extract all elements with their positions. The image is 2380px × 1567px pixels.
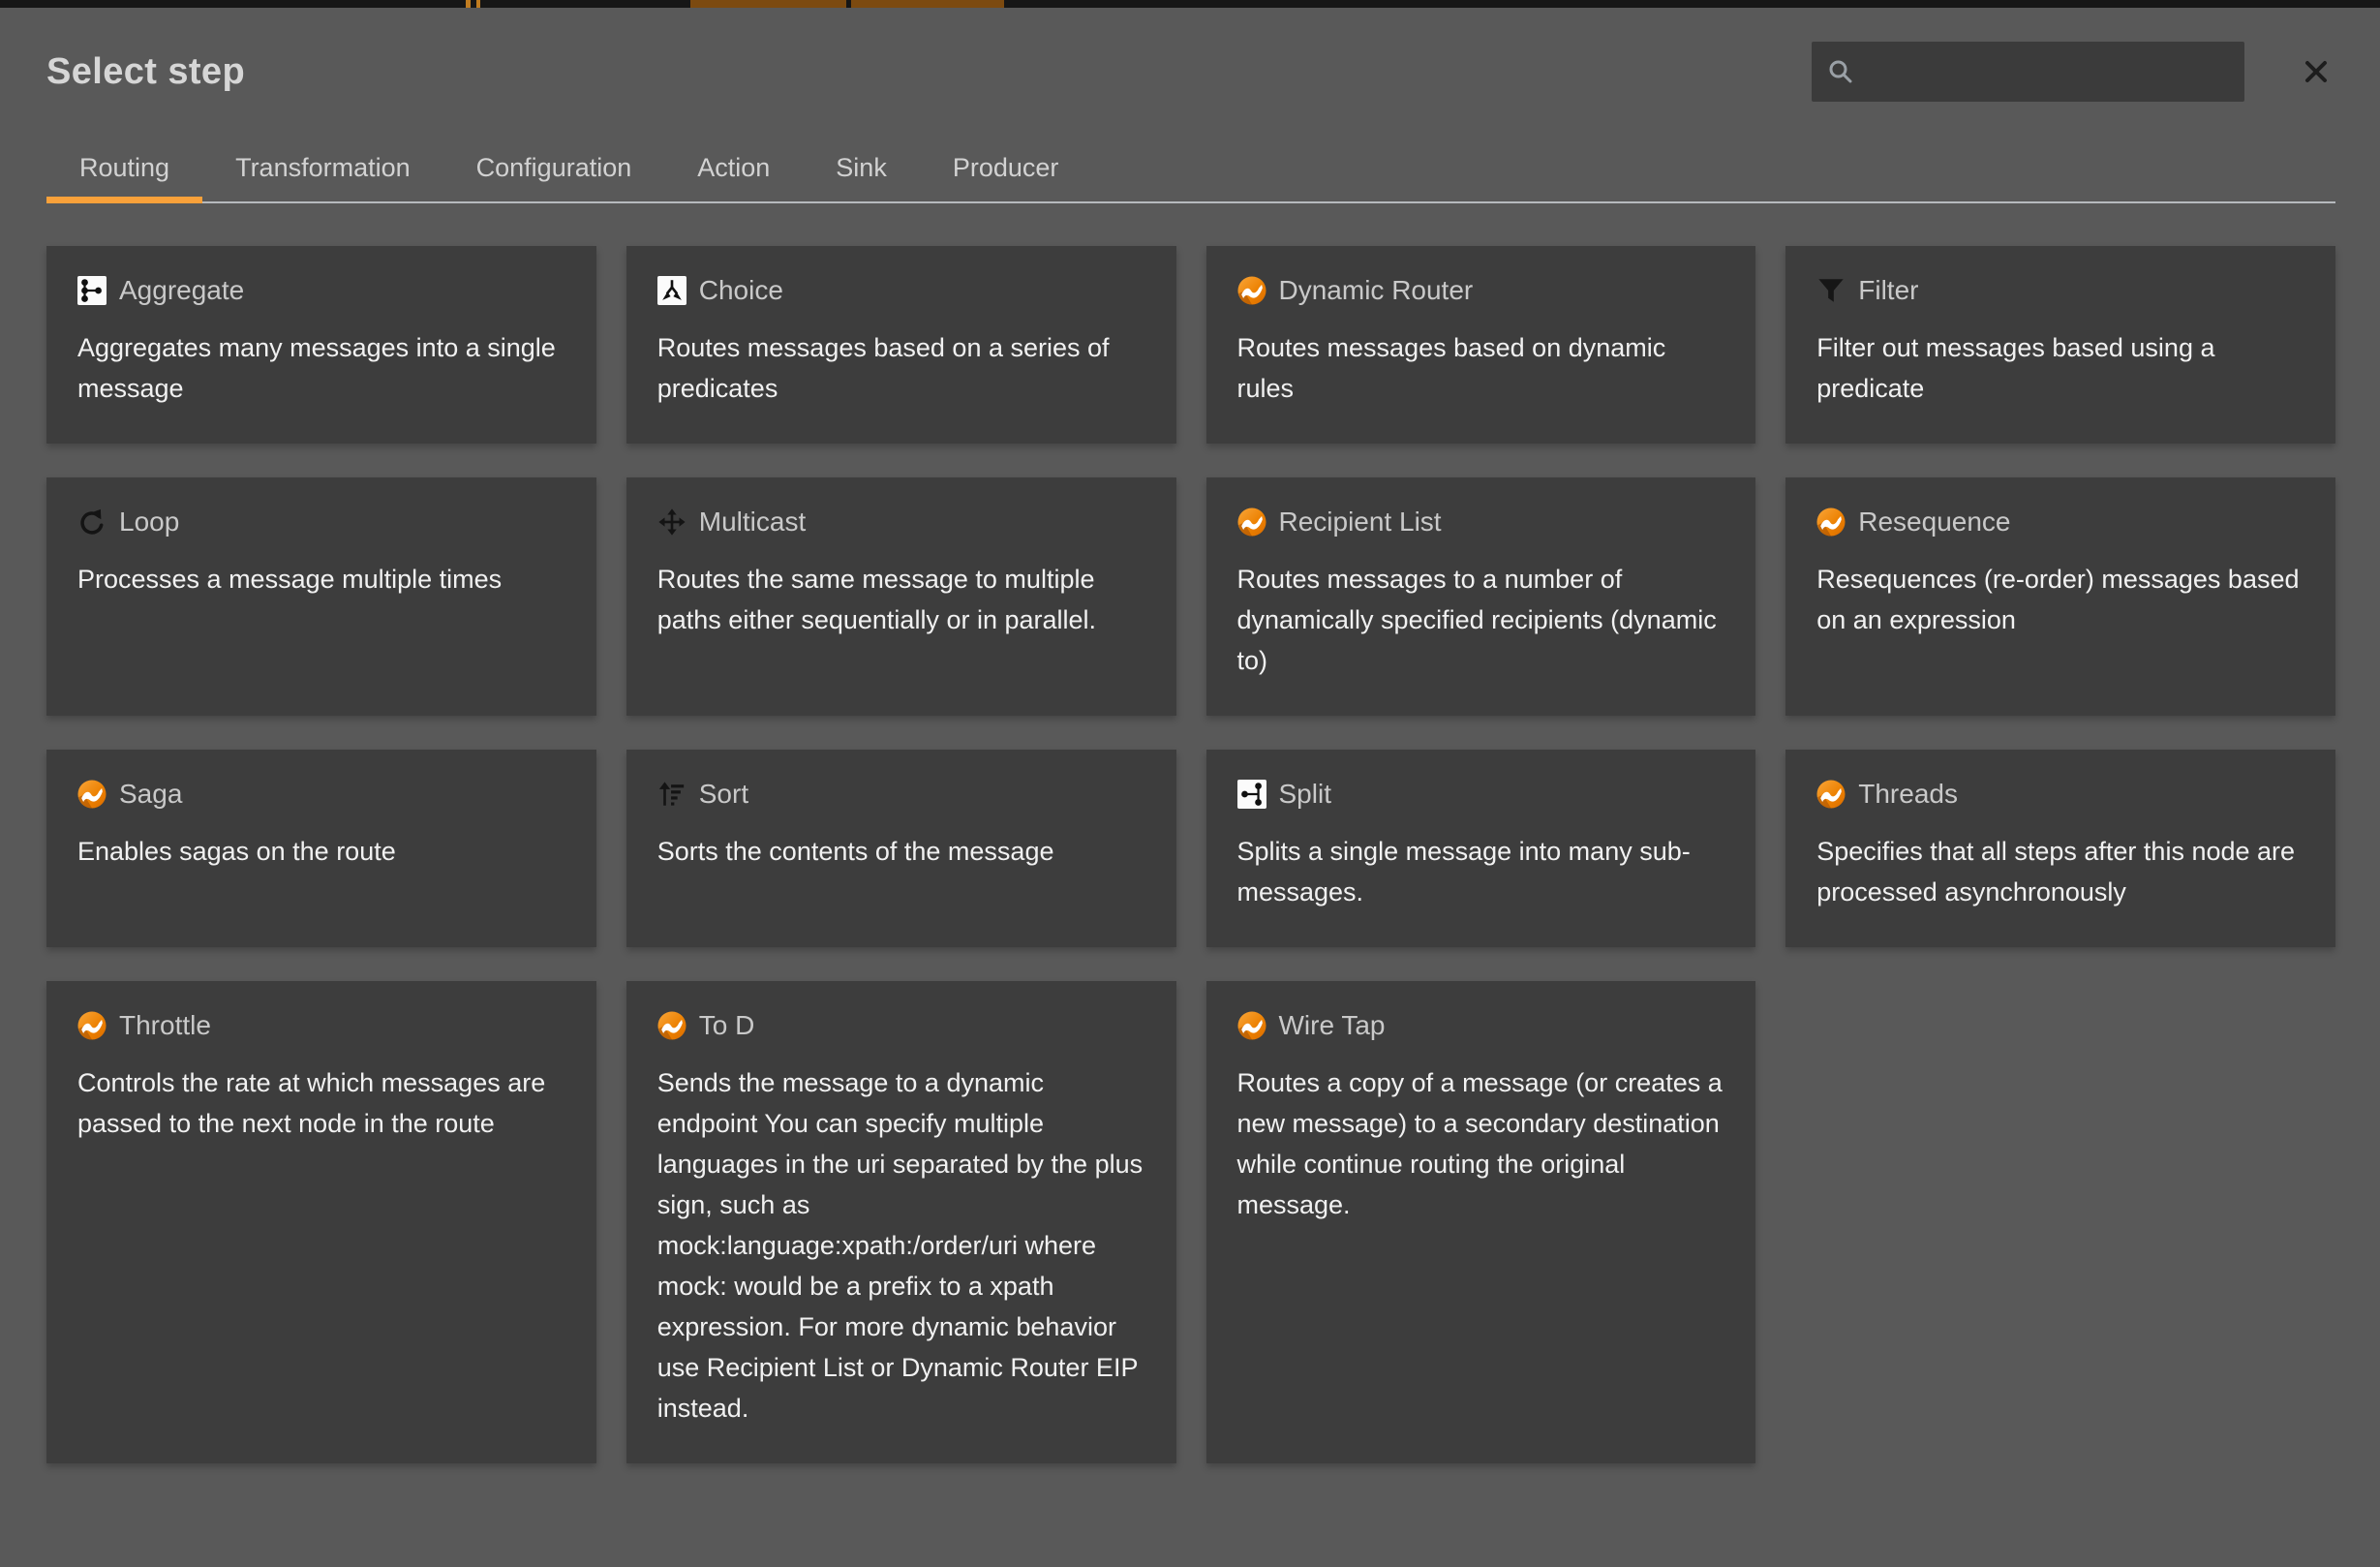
step-title: To D: [699, 1010, 755, 1041]
step-title: Threads: [1858, 779, 1958, 810]
card-header: Resequence: [1816, 507, 2304, 538]
card-header: Filter: [1816, 275, 2304, 306]
step-card-resequence[interactable]: Resequence Resequences (re-order) messag…: [1785, 477, 2335, 716]
tab-configuration[interactable]: Configuration: [443, 139, 665, 201]
step-title: Choice: [699, 275, 783, 306]
camel-logo-icon: [77, 780, 107, 809]
loop-icon: [77, 507, 107, 537]
step-description: Aggregates many messages into a single m…: [77, 327, 565, 409]
card-header: Aggregate: [77, 275, 565, 306]
step-title: Recipient List: [1279, 507, 1442, 538]
step-description: Controls the rate at which messages are …: [77, 1062, 565, 1144]
step-card-split[interactable]: Split Splits a single message into many …: [1206, 750, 1756, 947]
camel-logo-icon: [1237, 276, 1266, 305]
search-icon: [1827, 58, 1854, 85]
step-title: Sort: [699, 779, 748, 810]
step-title: Throttle: [119, 1010, 211, 1041]
multicast-icon: [657, 507, 687, 537]
filter-icon: [1816, 276, 1846, 305]
step-card-filter[interactable]: Filter Filter out messages based using a…: [1785, 246, 2335, 444]
step-description: Filter out messages based using a predic…: [1816, 327, 2304, 409]
step-cards-grid: Aggregate Aggregates many messages into …: [46, 246, 2335, 1463]
step-card-wire-tap[interactable]: Wire Tap Routes a copy of a message (or …: [1206, 981, 1756, 1463]
background-strip-segment: [690, 0, 846, 8]
camel-logo-icon: [1816, 507, 1846, 537]
background-app-strip: [0, 0, 2380, 8]
step-title: Wire Tap: [1279, 1010, 1386, 1041]
step-description: Routes a copy of a message (or creates a…: [1237, 1062, 1725, 1225]
step-description: Enables sagas on the route: [77, 831, 565, 872]
card-header: Sort: [657, 779, 1145, 810]
tab-transformation[interactable]: Transformation: [202, 139, 443, 201]
choice-icon: [657, 276, 687, 305]
step-title: Loop: [119, 507, 179, 538]
tab-routing[interactable]: Routing: [46, 139, 202, 201]
step-description: Routes the same message to multiple path…: [657, 559, 1145, 640]
step-card-threads[interactable]: Threads Specifies that all steps after t…: [1785, 750, 2335, 947]
sort-icon: [657, 780, 687, 809]
step-title: Resequence: [1858, 507, 2010, 538]
step-title: Dynamic Router: [1279, 275, 1474, 306]
background-strip-tick: [476, 0, 480, 8]
step-card-loop[interactable]: Loop Processes a message multiple times: [46, 477, 596, 716]
camel-logo-icon: [1237, 507, 1266, 537]
background-strip-tick: [466, 0, 471, 8]
card-header: To D: [657, 1010, 1145, 1041]
step-card-multicast[interactable]: Multicast Routes the same message to mul…: [626, 477, 1176, 716]
step-description: Resequences (re-order) messages based on…: [1816, 559, 2304, 640]
step-card-saga[interactable]: Saga Enables sagas on the route: [46, 750, 596, 947]
aggregate-icon: [77, 276, 107, 305]
card-header: Dynamic Router: [1237, 275, 1725, 306]
step-card-aggregate[interactable]: Aggregate Aggregates many messages into …: [46, 246, 596, 444]
step-title: Multicast: [699, 507, 806, 538]
search-box: [1812, 42, 2244, 102]
camel-logo-icon: [1816, 780, 1846, 809]
step-card-choice[interactable]: Choice Routes messages based on a series…: [626, 246, 1176, 444]
step-card-throttle[interactable]: Throttle Controls the rate at which mess…: [46, 981, 596, 1463]
step-description: Sorts the contents of the message: [657, 831, 1145, 872]
card-header: Recipient List: [1237, 507, 1725, 538]
card-header: Throttle: [77, 1010, 565, 1041]
split-icon: [1237, 780, 1266, 809]
step-title: Split: [1279, 779, 1331, 810]
select-step-modal: Select step Rou: [0, 8, 2380, 1567]
card-header: Threads: [1816, 779, 2304, 810]
tab-sink[interactable]: Sink: [803, 139, 920, 201]
step-description: Splits a single message into many sub-me…: [1237, 831, 1725, 912]
camel-logo-icon: [657, 1011, 687, 1040]
step-card-to-d[interactable]: To D Sends the message to a dynamic endp…: [626, 981, 1176, 1463]
step-description: Routes messages based on dynamic rules: [1237, 327, 1725, 409]
close-button[interactable]: [2297, 52, 2335, 91]
card-header: Multicast: [657, 507, 1145, 538]
tab-producer[interactable]: Producer: [920, 139, 1092, 201]
tab-action[interactable]: Action: [664, 139, 803, 201]
step-title: Saga: [119, 779, 182, 810]
background-strip-segment: [851, 0, 1004, 8]
step-description: Sends the message to a dynamic endpoint …: [657, 1062, 1145, 1429]
card-header: Choice: [657, 275, 1145, 306]
card-header: Wire Tap: [1237, 1010, 1725, 1041]
card-header: Saga: [77, 779, 565, 810]
camel-logo-icon: [1237, 1011, 1266, 1040]
step-description: Processes a message multiple times: [77, 559, 565, 599]
search-input[interactable]: [1812, 42, 2244, 102]
step-card-dynamic-router[interactable]: Dynamic Router Routes messages based on …: [1206, 246, 1756, 444]
step-description: Routes messages based on a series of pre…: [657, 327, 1145, 409]
close-icon: [2304, 59, 2329, 84]
card-header: Loop: [77, 507, 565, 538]
step-card-recipient-list[interactable]: Recipient List Routes messages to a numb…: [1206, 477, 1756, 716]
header-actions: [1812, 42, 2335, 102]
card-header: Split: [1237, 779, 1725, 810]
step-card-sort[interactable]: Sort Sorts the contents of the message: [626, 750, 1176, 947]
page-title: Select step: [46, 51, 245, 93]
camel-logo-icon: [77, 1011, 107, 1040]
step-title: Aggregate: [119, 275, 244, 306]
step-description: Specifies that all steps after this node…: [1816, 831, 2304, 912]
modal-header: Select step: [46, 41, 2335, 103]
step-category-tabs: RoutingTransformationConfigurationAction…: [46, 139, 2335, 203]
step-description: Routes messages to a number of dynamical…: [1237, 559, 1725, 681]
step-title: Filter: [1858, 275, 1918, 306]
